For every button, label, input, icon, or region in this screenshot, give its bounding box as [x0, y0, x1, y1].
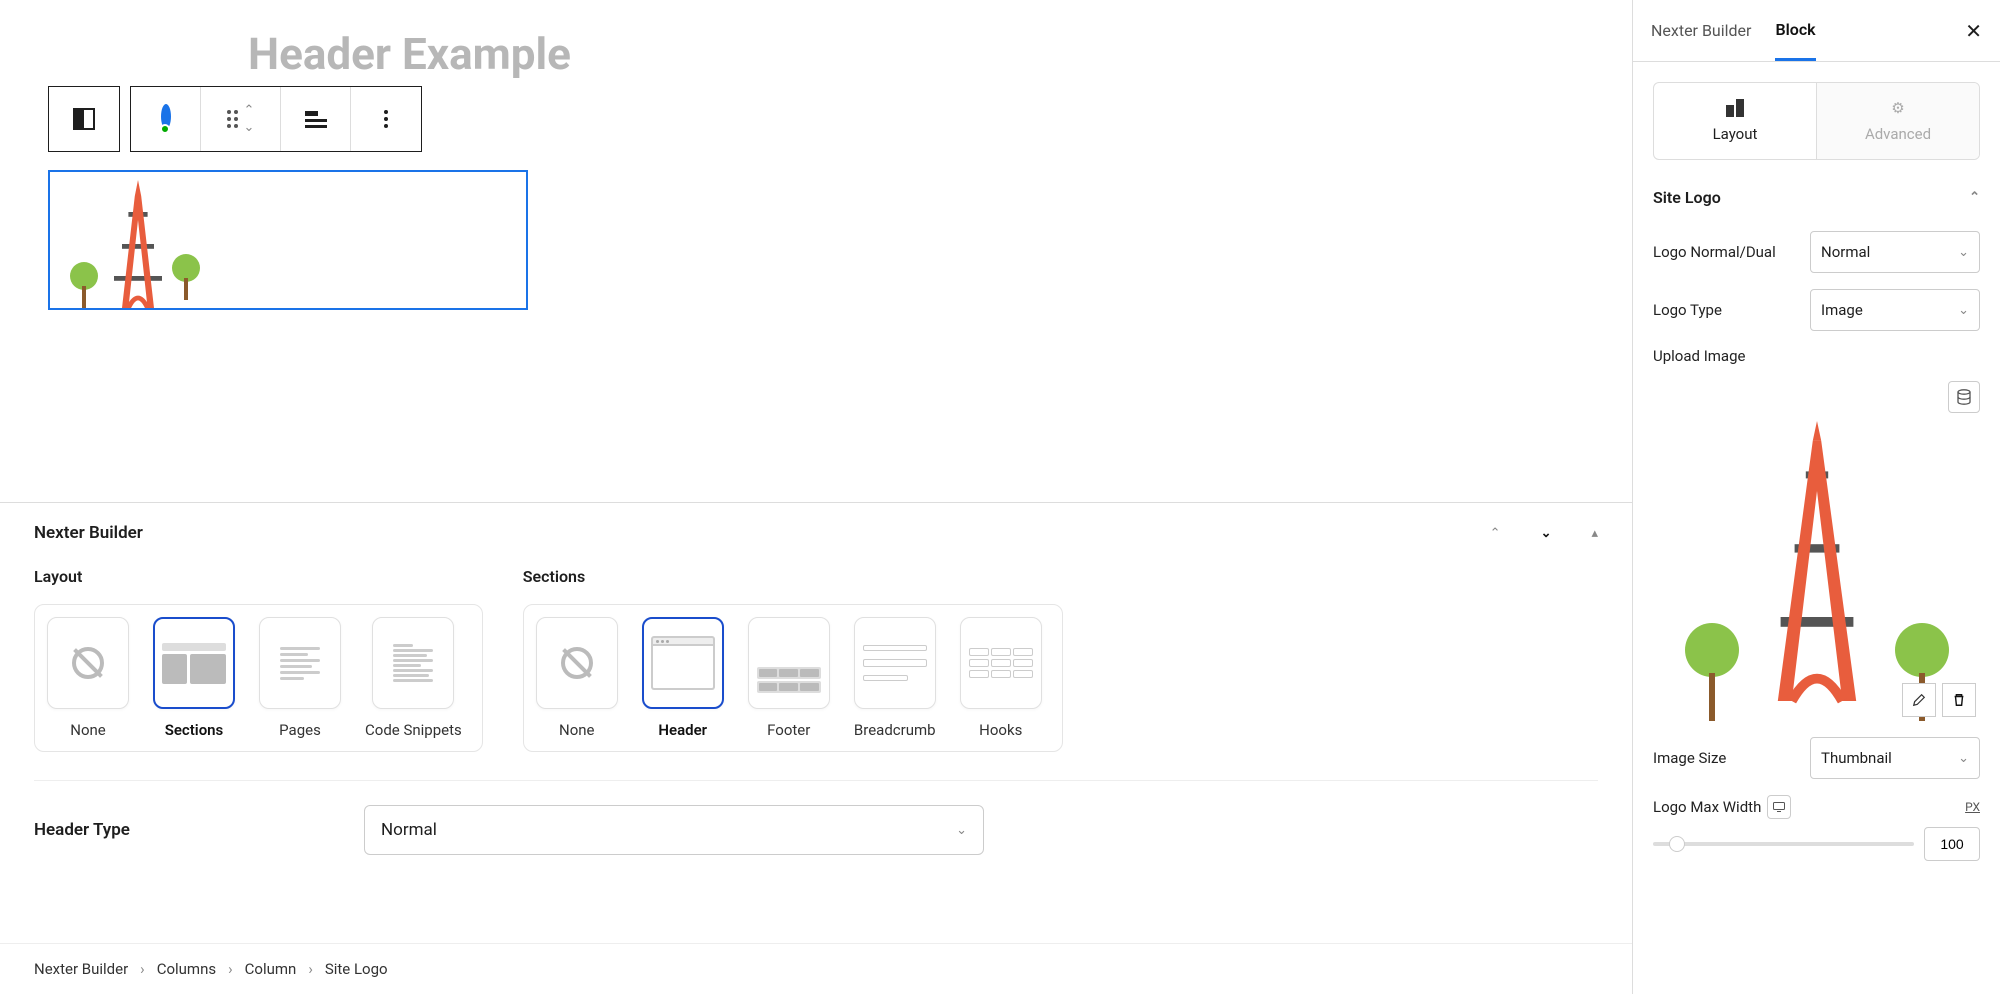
more-icon: [384, 110, 388, 128]
nexter-builder-panel: Nexter Builder ⌃ ⌄ ▴ Layout None: [0, 502, 1632, 943]
panel-collapse-up[interactable]: ⌃: [1490, 526, 1501, 541]
move-down-button[interactable]: ⌄: [244, 120, 255, 135]
layout-options: None Sections Pages Code Snippets: [34, 604, 483, 752]
breadcrumb-item[interactable]: Site Logo: [325, 960, 388, 978]
hooks-icon: [969, 648, 1033, 678]
section-option-none[interactable]: None: [536, 617, 618, 739]
accordion-site-logo[interactable]: Site Logo ⌃: [1653, 180, 1980, 215]
panel-collapse-down[interactable]: ⌄: [1541, 526, 1552, 541]
layout-option-code[interactable]: Code Snippets: [365, 617, 462, 739]
logo-type-select[interactable]: Image ⌄: [1810, 289, 1980, 331]
logo-mode-value: Normal: [1821, 243, 1870, 261]
none-icon: [72, 647, 104, 679]
breadcrumb-icon: [863, 645, 927, 681]
panel-toggle[interactable]: ▴: [1591, 526, 1598, 541]
gear-icon: ⚙: [1891, 99, 1904, 117]
drag-handle-icon[interactable]: [227, 110, 238, 128]
logo-type-label: Logo Type: [1653, 301, 1722, 319]
header-type-label: Header Type: [34, 820, 364, 840]
section-option-hooks[interactable]: Hooks: [960, 617, 1042, 739]
max-width-slider[interactable]: [1653, 842, 1914, 846]
upload-image-label: Upload Image: [1653, 347, 1745, 365]
more-options-button[interactable]: [351, 87, 421, 151]
chevron-up-icon: ⌃: [1969, 190, 1980, 205]
chevron-down-icon: ⌄: [1958, 751, 1969, 766]
trash-icon: [1952, 693, 1966, 707]
site-logo-block-icon: [73, 108, 95, 130]
page-title: Header Example: [248, 28, 1584, 80]
sidebar-tab-block[interactable]: Block: [1775, 0, 1815, 61]
image-size-select[interactable]: Thumbnail ⌄: [1810, 737, 1980, 779]
footer-icon: [757, 633, 821, 693]
tree-illustration: [70, 258, 98, 308]
globe-button[interactable]: [131, 87, 201, 151]
breadcrumb: Nexter Builder› Columns› Column› Site Lo…: [0, 943, 1632, 994]
section-options: None Header Footer Breadcrumb: [523, 604, 1063, 752]
delete-image-button[interactable]: [1942, 683, 1976, 717]
section-option-breadcrumb[interactable]: Breadcrumb: [854, 617, 936, 739]
pencil-icon: [1912, 693, 1926, 707]
sections-section-title: Sections: [523, 567, 1063, 586]
layout-option-sections[interactable]: Sections: [153, 617, 235, 739]
sidebar: Nexter Builder Block ✕ Layout ⚙ Advanced…: [1632, 0, 2000, 994]
sections-icon: [162, 643, 226, 684]
layout-section-title: Layout: [34, 567, 483, 586]
accordion-title: Site Logo: [1653, 188, 1721, 207]
none-icon: [561, 647, 593, 679]
subtab-advanced-label: Advanced: [1865, 125, 1931, 143]
header-type-select[interactable]: Normal ⌄: [364, 805, 984, 855]
tree-illustration: [1685, 611, 1739, 721]
chevron-down-icon: ⌄: [1958, 245, 1969, 260]
section-option-footer[interactable]: Footer: [748, 617, 830, 739]
chevron-down-icon: ⌄: [1958, 303, 1969, 318]
image-size-label: Image Size: [1653, 749, 1726, 767]
layout-option-none[interactable]: None: [47, 617, 129, 739]
canvas-area: Header Example ⌃: [0, 0, 1632, 502]
pages-icon: [274, 641, 326, 686]
panel-title: Nexter Builder: [34, 523, 143, 543]
align-button[interactable]: [281, 87, 351, 151]
layout-option-pages[interactable]: Pages: [259, 617, 341, 739]
layout-tab-icon: [1726, 99, 1744, 117]
eiffel-tower-icon: [98, 180, 178, 308]
logo-type-value: Image: [1821, 301, 1863, 319]
sidebar-tab-nexter[interactable]: Nexter Builder: [1651, 0, 1751, 61]
breadcrumb-item[interactable]: Columns: [157, 960, 216, 978]
section-option-header[interactable]: Header: [642, 617, 724, 739]
subtab-advanced[interactable]: ⚙ Advanced: [1816, 83, 1979, 159]
unit-toggle[interactable]: PX: [1965, 800, 1980, 814]
eiffel-tower-icon: [1747, 401, 1887, 721]
close-sidebar-button[interactable]: ✕: [1965, 19, 1982, 43]
desktop-icon: [1773, 802, 1785, 812]
subtab-layout[interactable]: Layout: [1654, 83, 1816, 159]
logo-mode-label: Logo Normal/Dual: [1653, 243, 1776, 261]
code-icon: [387, 638, 439, 688]
responsive-device-button[interactable]: [1767, 795, 1791, 819]
selected-site-logo-block[interactable]: [48, 170, 528, 310]
block-toolbar: ⌃ ⌄: [48, 86, 1584, 152]
logo-mode-select[interactable]: Normal ⌄: [1810, 231, 1980, 273]
max-width-input[interactable]: [1924, 827, 1980, 861]
header-type-value: Normal: [381, 820, 437, 840]
edit-image-button[interactable]: [1902, 683, 1936, 717]
image-size-value: Thumbnail: [1821, 749, 1892, 767]
breadcrumb-item[interactable]: Column: [245, 960, 297, 978]
block-type-button[interactable]: [49, 87, 119, 151]
tree-illustration: [172, 250, 200, 300]
logo-preview[interactable]: [1653, 381, 1980, 721]
max-width-label: Logo Max Width: [1653, 798, 1761, 816]
breadcrumb-item[interactable]: Nexter Builder: [34, 960, 128, 978]
header-icon: [651, 636, 715, 690]
chevron-down-icon: ⌄: [956, 823, 967, 838]
align-icon: [305, 111, 327, 128]
subtab-layout-label: Layout: [1713, 125, 1758, 143]
globe-icon: [164, 106, 168, 132]
move-up-button[interactable]: ⌃: [244, 103, 255, 118]
